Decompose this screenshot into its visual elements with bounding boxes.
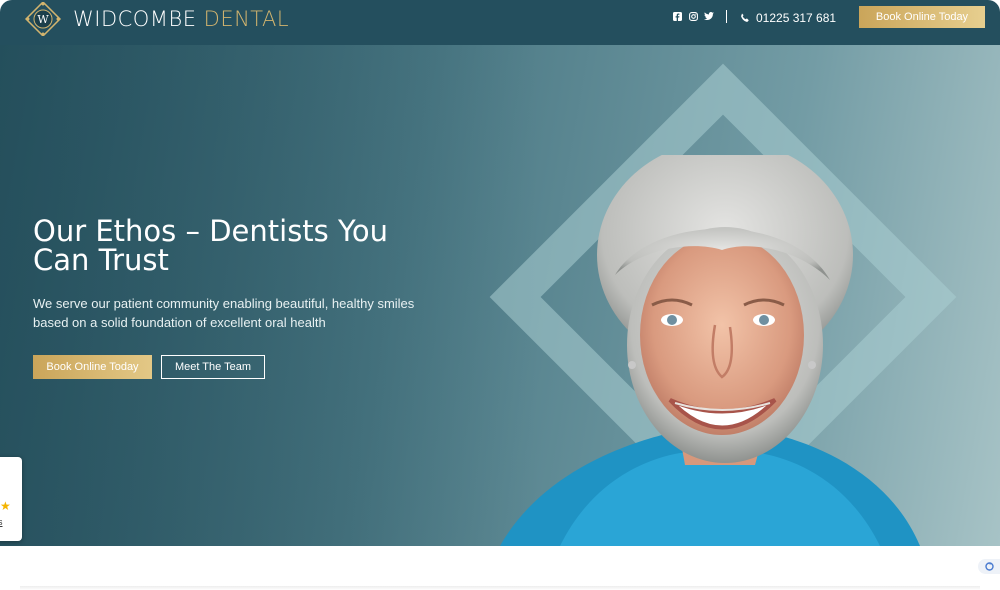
facebook-icon[interactable] — [672, 11, 682, 21]
header-book-online-button[interactable]: Book Online Today — [859, 6, 985, 28]
hero-subtitle: We serve our patient community enabling … — [33, 296, 415, 330]
brand-secondary: DENTAL — [203, 7, 290, 31]
logo-letter: W — [37, 13, 49, 26]
content-area-top — [0, 546, 1000, 590]
header-divider — [726, 10, 727, 23]
review-widget-link[interactable]: s — [0, 517, 3, 527]
instagram-icon[interactable] — [688, 11, 698, 21]
hero-title: Our Ethos – Dentists You Can Trust — [33, 214, 388, 277]
social-links — [672, 11, 714, 21]
recaptcha-badge-icon[interactable] — [978, 559, 1000, 574]
brand-name[interactable]: WIDCOMBE DENTAL — [73, 7, 289, 31]
twitter-icon[interactable] — [704, 11, 714, 21]
star-icon: ★ — [0, 499, 11, 513]
site-header: W WIDCOMBE DENTAL 01225 317 681 Book Onl… — [0, 0, 1000, 45]
phone-icon — [741, 13, 749, 22]
brand-primary: WIDCOMBE — [73, 7, 197, 31]
phone-number: 01225 317 681 — [756, 11, 837, 25]
smiling-patient-photo — [500, 155, 920, 546]
phone-link[interactable]: 01225 317 681 — [740, 11, 836, 25]
hero-section: Our Ethos – Dentists You Can Trust We se… — [0, 45, 1000, 546]
hero-book-online-button[interactable]: Book Online Today — [33, 355, 152, 379]
review-widget[interactable]: ★ s — [0, 457, 22, 541]
meet-the-team-button[interactable]: Meet The Team — [161, 355, 265, 379]
logo-emblem-icon[interactable]: W — [24, 0, 62, 38]
content-shadow — [20, 586, 980, 590]
